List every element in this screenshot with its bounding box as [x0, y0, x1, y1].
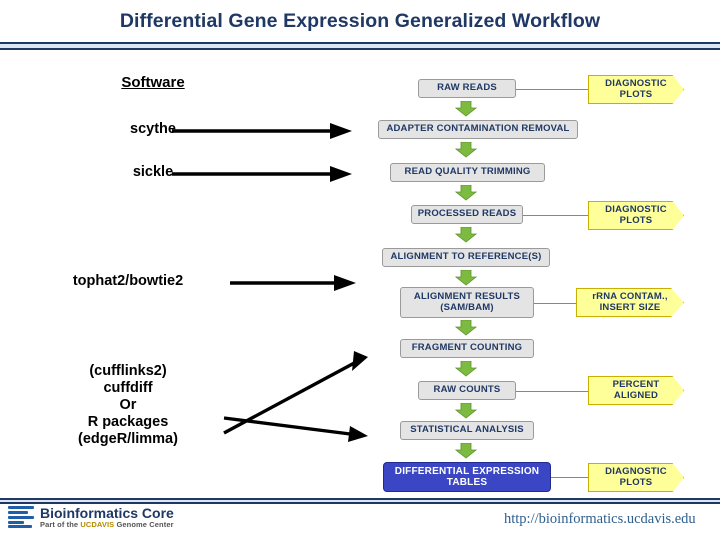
down-arrow-2	[455, 142, 477, 158]
connector-raw-reads-to-diagnostic-plots	[516, 89, 588, 90]
connector-raw-counts-to-percent-aligned	[516, 391, 588, 392]
arrow-tophat-to-alignment	[230, 275, 356, 291]
down-arrow-4	[455, 227, 477, 243]
flow-node-read-quality-trimming[interactable]: READ QUALITY TRIMMING	[390, 163, 545, 182]
flow-node-processed-reads[interactable]: PROCESSED READS	[411, 205, 523, 224]
footer-divider	[0, 498, 720, 504]
title-divider	[0, 42, 720, 50]
down-arrow-8	[455, 403, 477, 419]
site-url[interactable]: http://bioinformatics.ucdavis.edu	[504, 511, 696, 528]
down-arrow-1	[455, 101, 477, 117]
logo-subtitle: Part of the UCDAVIS Genome Center	[40, 519, 174, 529]
flow-node-adapter-contamination-removal[interactable]: ADAPTER CONTAMINATION REMOVAL	[378, 120, 578, 139]
side-node-diagnostic-plots-3[interactable]: DIAGNOSTIC PLOTS	[588, 463, 684, 492]
flow-node-differential-expression-tables[interactable]: DIFFERENTIAL EXPRESSION TABLES	[383, 462, 551, 492]
arrow-cuff-to-statistical-analysis	[223, 416, 368, 442]
arrow-scythe-to-adapter	[172, 123, 352, 139]
flow-node-raw-reads[interactable]: RAW READS	[418, 79, 516, 98]
side-node-diagnostic-plots-2[interactable]: DIAGNOSTIC PLOTS	[588, 201, 684, 230]
flow-node-fragment-counting[interactable]: FRAGMENT COUNTING	[400, 339, 534, 358]
side-node-rrna-contam-insert-size[interactable]: rRNA CONTAM., INSERT SIZE	[576, 288, 684, 317]
arrow-sickle-to-trimming	[172, 166, 352, 182]
down-arrow-6	[455, 320, 477, 336]
down-arrow-5	[455, 270, 477, 286]
down-arrow-9	[455, 443, 477, 459]
flow-node-raw-counts[interactable]: RAW COUNTS	[418, 381, 516, 400]
flow-node-alignment-results[interactable]: ALIGNMENT RESULTS (SAM/BAM)	[400, 287, 534, 318]
flow-node-alignment-to-references[interactable]: ALIGNMENT TO REFERENCE(S)	[382, 248, 550, 267]
software-column-heading: Software	[121, 74, 185, 91]
connector-de-tables-to-diagnostic-plots	[551, 477, 588, 478]
connector-processed-reads-to-diagnostic-plots	[523, 215, 588, 216]
bioinformatics-core-logo: Bioinformatics Core Part of the UCDAVIS …	[8, 506, 174, 529]
logo-bars-icon	[8, 506, 34, 529]
down-arrow-3	[455, 185, 477, 201]
logo-sub-pre: Part of the	[40, 519, 81, 529]
flow-node-statistical-analysis[interactable]: STATISTICAL ANALYSIS	[400, 421, 534, 440]
down-arrow-7	[455, 361, 477, 377]
software-label-tophat2-bowtie2: tophat2/bowtie2	[72, 273, 184, 289]
logo-sub-ucdavis: UCDAVIS	[80, 519, 115, 529]
logo-title: Bioinformatics Core	[40, 505, 174, 521]
side-node-diagnostic-plots-1[interactable]: DIAGNOSTIC PLOTS	[588, 75, 684, 104]
software-label-cuffdiff-r-packages: (cufflinks2) cuffdiff Or R packages (edg…	[78, 363, 178, 448]
side-node-percent-aligned[interactable]: PERCENT ALIGNED	[588, 376, 684, 405]
page-title: Differential Gene Expression Generalized…	[119, 10, 601, 32]
logo-sub-post: Genome Center	[114, 519, 174, 529]
